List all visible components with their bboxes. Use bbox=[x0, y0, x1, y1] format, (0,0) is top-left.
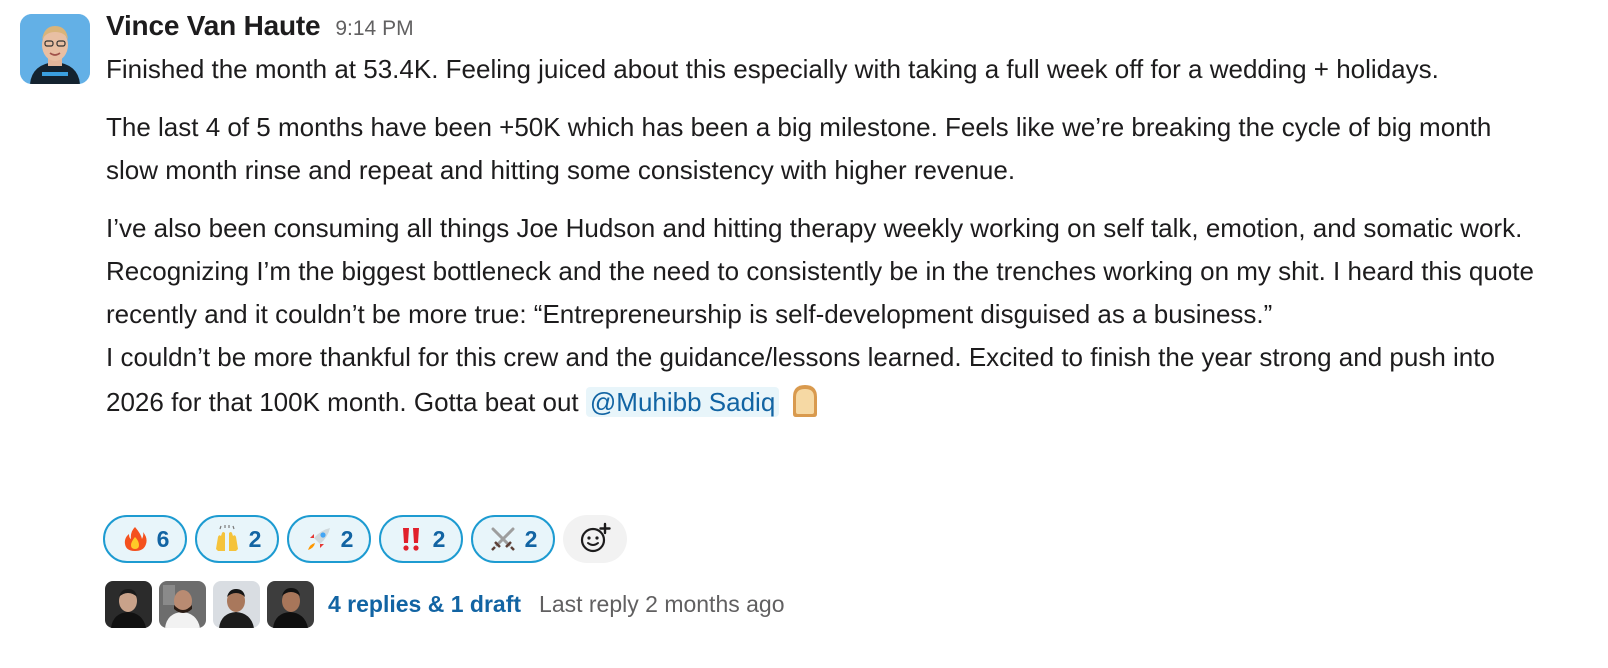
user-mention[interactable]: @Muhibb Sadiq bbox=[585, 387, 780, 417]
crossed-swords-emoji bbox=[490, 527, 515, 551]
reaction-count: 2 bbox=[432, 525, 446, 552]
reaction-crossed-swords[interactable]: 2 bbox=[471, 515, 555, 563]
add-reaction-button[interactable] bbox=[563, 515, 627, 563]
fire-emoji bbox=[124, 527, 147, 551]
participant-avatar[interactable] bbox=[267, 581, 314, 628]
participant-avatar[interactable] bbox=[159, 581, 206, 628]
thread-summary[interactable]: 4 replies & 1 draft Last reply 2 months … bbox=[105, 581, 785, 628]
message-content: Vince Van Haute 9:14 PM Finished the mon… bbox=[106, 10, 1546, 424]
participant-avatar[interactable] bbox=[105, 581, 152, 628]
raised-hands-emoji bbox=[215, 525, 238, 551]
reactions-bar: 6 2 2 2 2 bbox=[103, 515, 627, 563]
message-paragraph-4: I couldn’t be more thankful for this cre… bbox=[106, 336, 1546, 424]
message: Vince Van Haute 9:14 PM Finished the mon… bbox=[0, 0, 1608, 668]
author-avatar[interactable] bbox=[20, 14, 90, 84]
reaction-count: 2 bbox=[248, 525, 262, 552]
rocket-emoji bbox=[307, 528, 330, 550]
double-exclamation-emoji bbox=[402, 528, 419, 551]
message-paragraph-3: I’ve also been consuming all things Joe … bbox=[106, 213, 1534, 329]
reaction-count: 2 bbox=[340, 525, 354, 552]
add-reaction-icon bbox=[580, 522, 611, 553]
message-paragraph-2: The last 4 of 5 months have been +50K wh… bbox=[106, 112, 1492, 185]
reaction-rocket[interactable]: 2 bbox=[287, 515, 371, 563]
thread-participants bbox=[105, 581, 314, 628]
author-name[interactable]: Vince Van Haute bbox=[106, 10, 321, 42]
reaction-count: 2 bbox=[524, 525, 538, 552]
message-paragraph-1: Finished the month at 53.4K. Feeling jui… bbox=[106, 54, 1439, 84]
participant-avatar[interactable] bbox=[213, 581, 260, 628]
message-header: Vince Van Haute 9:14 PM bbox=[106, 10, 1546, 48]
thread-last-reply: Last reply 2 months ago bbox=[539, 591, 785, 617]
avatar-portrait bbox=[20, 14, 90, 84]
message-timestamp[interactable]: 9:14 PM bbox=[335, 17, 413, 41]
reaction-double-exclamation[interactable]: 2 bbox=[379, 515, 463, 563]
bread-emoji bbox=[793, 385, 818, 417]
thread-replies-link[interactable]: 4 replies & 1 draft bbox=[328, 591, 521, 618]
reaction-raised-hands[interactable]: 2 bbox=[195, 515, 279, 563]
reaction-count: 6 bbox=[156, 525, 170, 552]
reaction-fire[interactable]: 6 bbox=[103, 515, 187, 563]
